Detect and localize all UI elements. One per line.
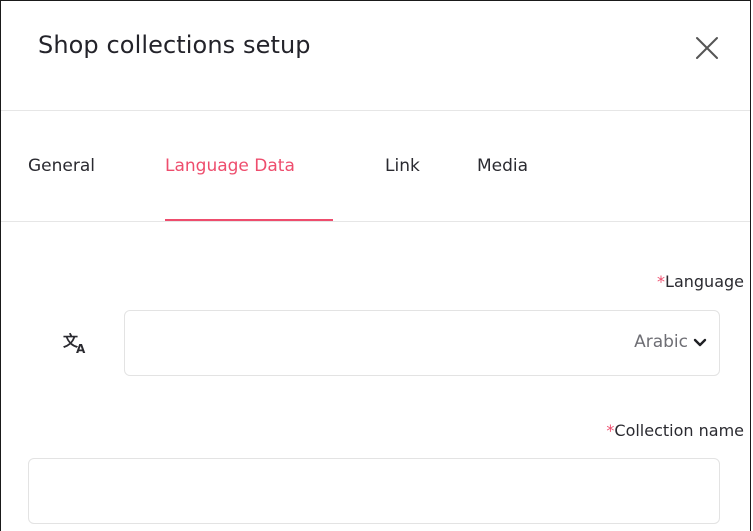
tab-bar: General Language Data Link Media bbox=[1, 111, 750, 222]
language-label: *Language bbox=[657, 272, 744, 291]
tab-language-data[interactable]: Language Data bbox=[165, 156, 295, 176]
tab-link[interactable]: Link bbox=[385, 156, 420, 176]
collection-name-label-text: Collection name bbox=[614, 421, 744, 440]
active-tab-indicator bbox=[165, 219, 333, 221]
language-select-value: Arabic bbox=[634, 332, 688, 352]
dialog-title: Shop collections setup bbox=[38, 31, 311, 59]
svg-text:A: A bbox=[76, 342, 86, 355]
language-label-text: Language bbox=[665, 272, 744, 291]
required-mark: * bbox=[657, 272, 666, 291]
collection-name-input[interactable] bbox=[28, 458, 720, 524]
shop-collections-setup-dialog: Shop collections setup General Language … bbox=[0, 0, 751, 531]
tab-general[interactable]: General bbox=[28, 156, 95, 176]
chevron-down-icon bbox=[693, 338, 707, 347]
translate-icon: 文 A bbox=[63, 332, 86, 355]
collection-name-label: *Collection name bbox=[606, 421, 744, 440]
language-select[interactable]: Arabic bbox=[124, 310, 720, 376]
dialog-header: Shop collections setup bbox=[1, 1, 750, 111]
tab-media[interactable]: Media bbox=[477, 156, 528, 176]
close-icon[interactable] bbox=[694, 35, 720, 61]
